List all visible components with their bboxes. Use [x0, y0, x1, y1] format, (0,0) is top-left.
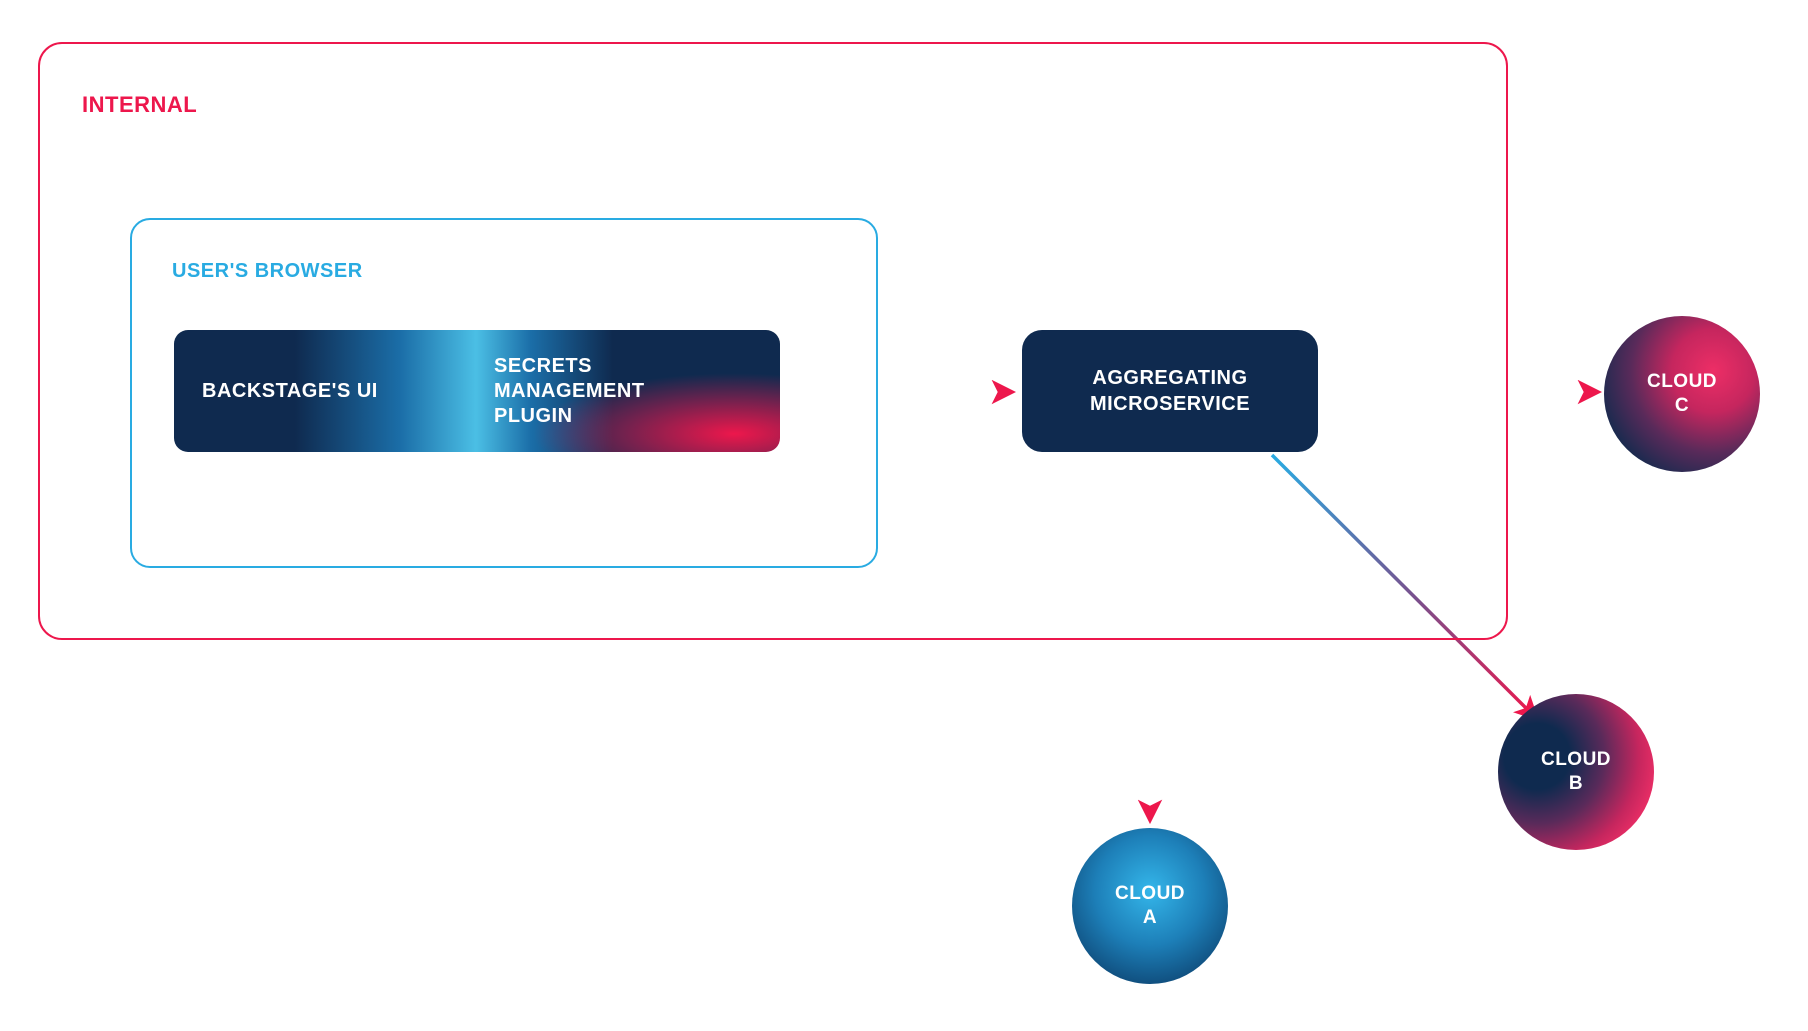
backstage-ui-box: BACKSTAGE'S UI	[174, 330, 476, 452]
cloud-a-label: CLOUD A	[1115, 882, 1185, 930]
secrets-plugin-label: SECRETS MANAGEMENT PLUGIN	[494, 354, 645, 429]
cloud-c-label: CLOUD C	[1647, 370, 1717, 418]
cloud-b-label: CLOUD B	[1541, 748, 1611, 796]
aggregating-microservice-label: AGGREGATING MICROSERVICE	[1090, 365, 1250, 417]
browser-label: USER'S BROWSER	[172, 260, 363, 283]
internal-label: INTERNAL	[82, 92, 197, 118]
diagram-canvas: INTERNAL USER'S BROWSER BACKSTAGE'S UI S…	[0, 0, 1808, 1031]
aggregating-microservice-box: AGGREGATING MICROSERVICE	[1022, 330, 1318, 452]
backstage-ui-label: BACKSTAGE'S UI	[202, 380, 378, 403]
cloud-c: CLOUD C	[1604, 316, 1760, 472]
cloud-b: CLOUD B	[1498, 694, 1654, 850]
cloud-a: CLOUD A	[1072, 828, 1228, 984]
secrets-plugin-box: SECRETS MANAGEMENT PLUGIN	[476, 330, 780, 452]
